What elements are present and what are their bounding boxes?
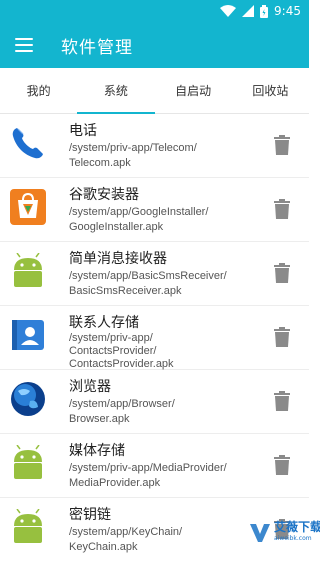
globe-icon xyxy=(10,381,46,417)
list-item-contacts-provider[interactable]: 联系人存储 /system/priv-app/ ContactsProvider… xyxy=(0,306,309,370)
app-path: BasicSmsReceiver.apk xyxy=(69,285,182,297)
tab-bar: 我的 系统 自启动 回收站 xyxy=(0,68,309,114)
app-path: Telecom.apk xyxy=(69,157,131,169)
app-path: /system/priv-app/ xyxy=(69,332,153,344)
trash-icon[interactable] xyxy=(273,198,291,220)
app-name: 简单消息接收器 xyxy=(69,251,167,267)
app-path: /system/priv-app/Telecom/ xyxy=(69,142,197,154)
app-name: 媒体存储 xyxy=(69,443,125,459)
tab-recycle-bin[interactable]: 回收站 xyxy=(232,68,309,113)
watermark-logo-icon xyxy=(250,524,270,542)
status-bar: 9:45 xyxy=(0,0,309,22)
app-path: /system/app/BasicSmsReceiver/ xyxy=(69,270,227,282)
app-name: 谷歌安装器 xyxy=(69,187,139,203)
app-path: /system/app/GoogleInstaller/ xyxy=(69,206,209,218)
tab-system[interactable]: 系统 xyxy=(77,68,155,114)
app-path: MediaProvider.apk xyxy=(69,477,161,489)
list-item-browser[interactable]: 浏览器 /system/app/Browser/ Browser.apk xyxy=(0,370,309,434)
page-title: 软件管理 xyxy=(61,37,133,58)
signal-icon xyxy=(242,5,255,17)
app-bar: 软件管理 xyxy=(0,22,309,68)
trash-icon[interactable] xyxy=(273,390,291,412)
trash-icon[interactable] xyxy=(273,326,291,348)
app-name: 电话 xyxy=(69,123,97,139)
app-path: KeyChain.apk xyxy=(69,541,138,553)
watermark: 艾薇下载 aiweibk.com xyxy=(248,516,320,548)
list-item-telecom[interactable]: 电话 /system/priv-app/Telecom/ Telecom.apk xyxy=(0,114,309,178)
watermark-url: aiweibk.com xyxy=(274,535,312,542)
app-path: ContactsProvider.apk xyxy=(69,358,174,370)
app-path: /system/app/Browser/ xyxy=(69,398,175,410)
wifi-icon xyxy=(220,5,237,17)
tab-mine[interactable]: 我的 xyxy=(0,68,77,113)
app-name: 联系人存储 xyxy=(69,315,139,331)
watermark-text: 艾薇下载 xyxy=(274,520,320,534)
menu-icon[interactable] xyxy=(15,38,33,52)
app-name: 浏览器 xyxy=(69,379,111,395)
tab-autostart[interactable]: 自启动 xyxy=(155,68,232,113)
app-path: /system/priv-app/MediaProvider/ xyxy=(69,462,227,474)
list-item-basic-sms-receiver[interactable]: 简单消息接收器 /system/app/BasicSmsReceiver/ Ba… xyxy=(0,242,309,306)
app-path: Browser.apk xyxy=(69,413,130,425)
app-path: GoogleInstaller.apk xyxy=(69,221,164,233)
android-icon xyxy=(10,445,46,481)
phone-icon xyxy=(10,125,46,161)
trash-icon[interactable] xyxy=(273,134,291,156)
list-item-google-installer[interactable]: 谷歌安装器 /system/app/GoogleInstaller/ Googl… xyxy=(0,178,309,242)
contacts-icon xyxy=(10,317,46,353)
app-path: ContactsProvider/ xyxy=(69,345,157,357)
trash-icon[interactable] xyxy=(273,454,291,476)
app-path: /system/app/KeyChain/ xyxy=(69,526,183,538)
android-icon xyxy=(10,253,46,289)
android-icon xyxy=(10,509,46,545)
status-time: 9:45 xyxy=(274,4,301,18)
app-list: 电话 /system/priv-app/Telecom/ Telecom.apk… xyxy=(0,114,309,562)
google-installer-icon xyxy=(10,189,46,225)
app-name: 密钥链 xyxy=(69,507,111,523)
battery-icon xyxy=(260,4,269,18)
trash-icon[interactable] xyxy=(273,262,291,284)
list-item-media-provider[interactable]: 媒体存储 /system/priv-app/MediaProvider/ Med… xyxy=(0,434,309,498)
